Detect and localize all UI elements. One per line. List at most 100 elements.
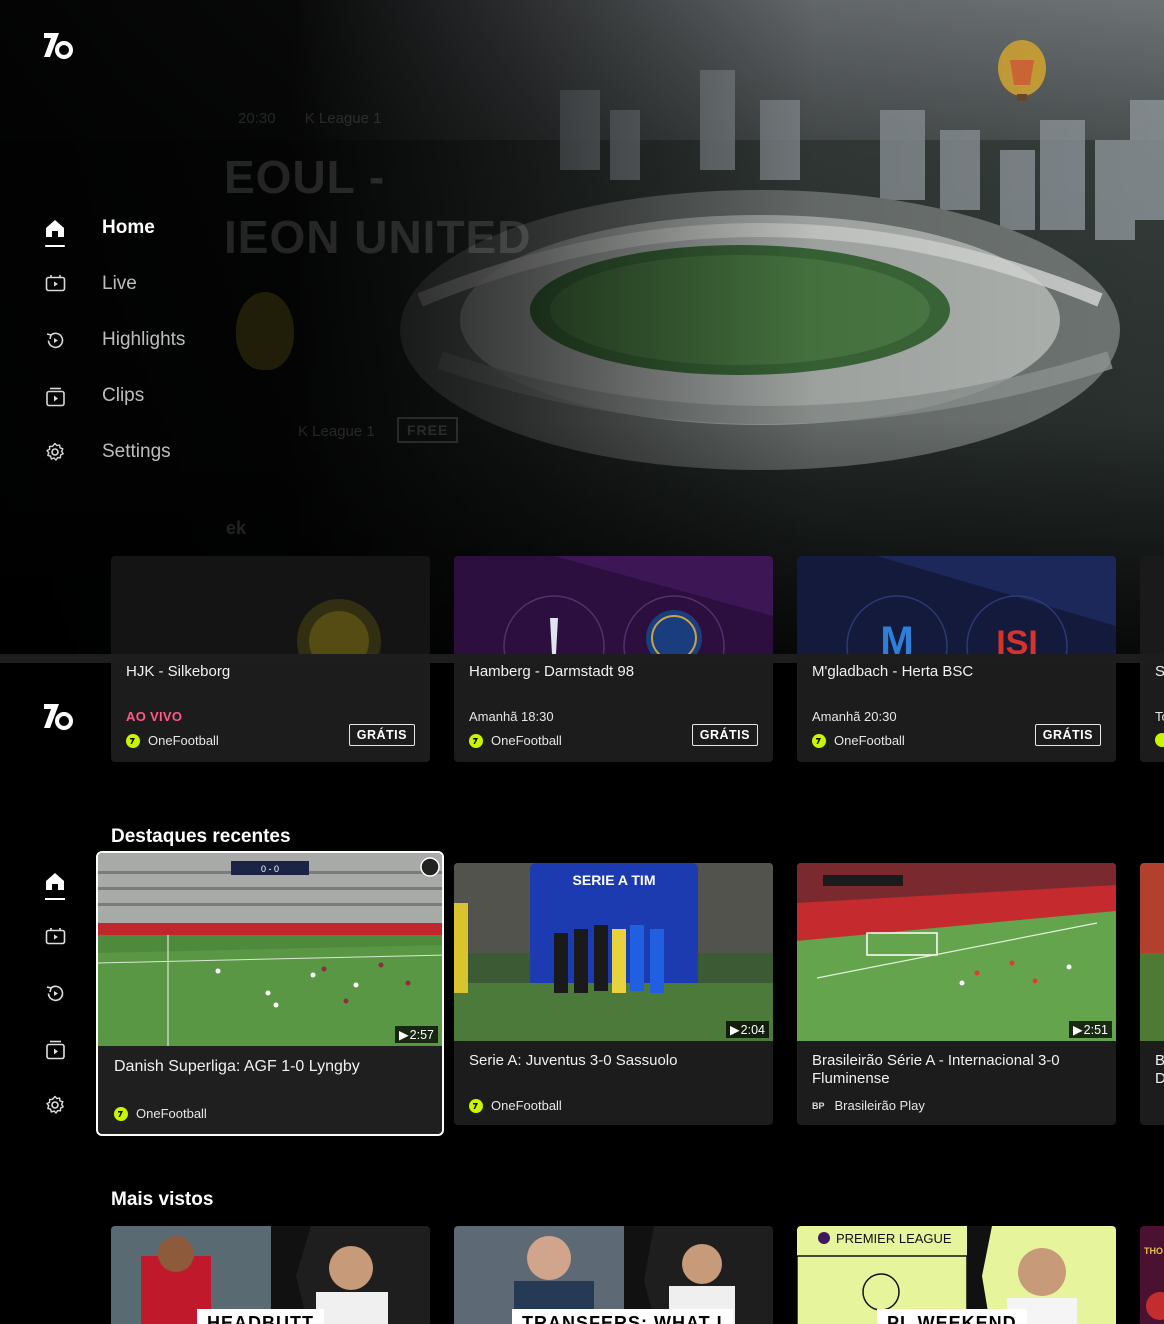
match-thumb-hamberg[interactable]: [454, 556, 773, 654]
match-title: HJK - Silkeborg: [126, 663, 231, 680]
highlight-title: B D: [1155, 1052, 1164, 1087]
menu-label-live: Live: [102, 273, 137, 294]
menu-item-clips[interactable]: Clips: [44, 368, 185, 424]
section-title-highlights: Destaques recentes: [111, 826, 291, 847]
section-title-most-viewed: Mais vistos: [111, 1189, 214, 1210]
match-source: OneFootball: [126, 733, 219, 748]
replay-icon: [44, 329, 66, 351]
live-tv-icon[interactable]: [44, 926, 66, 948]
most-viewed-card-headbutt[interactable]: HEADBUTT: [111, 1226, 430, 1324]
home-icon: [44, 217, 66, 247]
gear-icon[interactable]: [44, 1094, 66, 1116]
onefootball-icon: [812, 733, 826, 748]
highlight-source: OneFootball: [469, 1098, 562, 1113]
highlight-thumbnail: [1140, 863, 1164, 1041]
menu-item-live[interactable]: Live: [44, 256, 185, 312]
live-status: AO VIVO: [126, 709, 183, 724]
most-viewed-card-pl-weekend[interactable]: PREMIER LEAGUE PL WEEKEND: [797, 1226, 1116, 1324]
highlight-thumbnail: 0 - 0 ▶ 2:57: [98, 853, 442, 1046]
hero-title-line1: EOUL -: [224, 151, 386, 203]
section-title-partial: ek: [226, 518, 247, 538]
serie-a-banner: SERIE A TIM: [573, 872, 656, 888]
highlight-thumbnail: ▶ 2:51: [797, 863, 1116, 1041]
match-source: OneFootball: [469, 733, 562, 748]
gear-icon: [44, 441, 66, 463]
hero-free-badge: FREE: [397, 417, 459, 443]
highlight-source: OneFootball: [114, 1106, 207, 1121]
match-card-partial[interactable]: S To: [1140, 663, 1164, 762]
menu-label-settings: Settings: [102, 441, 171, 462]
expanded-menu-screen: 20:30 K League 1 EOUL - IEON UNITED K Le…: [0, 0, 1164, 654]
menu-label-highlights: Highlights: [102, 329, 186, 350]
menu-label-clips: Clips: [102, 385, 145, 406]
video-duration: ▶ 2:57: [394, 1026, 438, 1043]
onefootball-icon: [469, 1098, 483, 1113]
replay-icon[interactable]: [44, 982, 66, 1004]
clips-icon[interactable]: [44, 1038, 66, 1060]
main-menu: Home Live Highlights Clips Settings: [44, 200, 185, 480]
most-viewed-card-transfers[interactable]: TRANSFERS: WHAT I: [454, 1226, 773, 1324]
match-source: OneFootball: [812, 733, 905, 748]
svg-text:M: M: [880, 619, 913, 654]
free-badge: GRÁTIS: [348, 724, 415, 746]
highlight-title: Danish Superliga: AGF 1-0 Lyngby: [114, 1058, 360, 1075]
menu-label-home: Home: [102, 217, 155, 238]
video-title-banner: TRANSFERS: WHAT I: [512, 1309, 733, 1324]
match-thumb-partial[interactable]: [1140, 556, 1164, 654]
match-thumb-hjk[interactable]: [111, 556, 430, 654]
highlight-card-agf-lyngby[interactable]: 0 - 0 ▶ 2:57 Danish Superliga: AGF 1-0 L…: [96, 851, 444, 1136]
highlight-card-juventus-sassuolo[interactable]: SERIE A TIM ▶ 2:04 Serie A: Juventus 3-0…: [454, 863, 773, 1125]
match-time: To: [1155, 709, 1164, 724]
onefootball-icon: [114, 1106, 128, 1121]
screen-divider: [0, 654, 1164, 663]
most-viewed-card-partial[interactable]: THO: [1140, 1226, 1164, 1324]
match-source: [1155, 733, 1164, 747]
team-crest: [236, 292, 294, 370]
video-duration: ▶ 2:51: [1068, 1021, 1112, 1038]
match-title: M'gladbach - Herta BSC: [812, 663, 974, 680]
match-card-hamberg-darmstadt[interactable]: Hamberg - Darmstadt 98 Amanhã 18:30 OneF…: [454, 663, 773, 762]
hero-league: K League 1: [298, 423, 375, 440]
highlight-title: Serie A: Juventus 3-0 Sassuolo: [469, 1052, 678, 1069]
match-thumb-gladbach[interactable]: M ISI: [797, 556, 1116, 654]
match-title: S: [1155, 663, 1164, 680]
collapsed-menu-screen: HJK - Silkeborg AO VIVO OneFootball GRÁT…: [0, 663, 1164, 1324]
match-time: Amanhã 18:30: [469, 709, 554, 724]
onefootball-icon: [1155, 733, 1164, 747]
highlight-card-internacional-fluminense[interactable]: ▶ 2:51 Brasileirão Série A - Internacion…: [797, 863, 1116, 1125]
serie-a-image: SERIE A TIM: [454, 863, 773, 1041]
menu-item-highlights[interactable]: Highlights: [44, 312, 185, 368]
match-card-gladbach-hertha[interactable]: M'gladbach - Herta BSC Amanhã 20:30 OneF…: [797, 663, 1116, 762]
score-overlay: 0 - 0: [261, 864, 279, 874]
menu-item-home[interactable]: Home: [44, 200, 185, 256]
highlight-card-partial[interactable]: B D: [1140, 863, 1164, 1125]
match-time: Amanhã 20:30: [812, 709, 897, 724]
clips-icon: [44, 385, 66, 407]
highlight-title: Brasileirão Série A - Internacional 3-0 …: [812, 1052, 1060, 1087]
free-badge: GRÁTIS: [1034, 724, 1101, 746]
home-icon[interactable]: [44, 870, 66, 900]
most-viewed-thumbnail: [1140, 1226, 1164, 1324]
video-title-banner: HEADBUTT: [197, 1309, 324, 1324]
menu-item-settings[interactable]: Settings: [44, 424, 185, 480]
match-card-hjk-silkeborg[interactable]: HJK - Silkeborg AO VIVO OneFootball GRÁT…: [111, 663, 430, 762]
card-label: THO: [1144, 1246, 1163, 1256]
onefootball-icon: [469, 733, 483, 748]
onefootball-logo[interactable]: [42, 701, 74, 736]
video-title-banner: PL WEEKEND: [877, 1309, 1027, 1324]
onefootball-logo[interactable]: [42, 30, 74, 65]
pitch-image: 0 - 0: [98, 853, 442, 1046]
highlight-thumbnail: SERIE A TIM ▶ 2:04: [454, 863, 773, 1041]
free-badge: GRÁTIS: [691, 724, 758, 746]
hero-title-line2: IEON UNITED: [224, 211, 532, 263]
hero-meta: 20:30 K League 1: [238, 110, 382, 127]
highlight-source: BP Brasileirão Play: [812, 1098, 925, 1113]
brasileirao-play-logo: BP: [812, 1100, 825, 1111]
video-duration: ▶ 2:04: [725, 1021, 769, 1038]
live-tv-icon: [44, 273, 66, 295]
svg-text:ISI: ISI: [996, 624, 1038, 654]
collapsed-nav: [44, 870, 66, 1150]
brasileirao-image: [797, 863, 1116, 1041]
match-title: Hamberg - Darmstadt 98: [469, 663, 635, 680]
match-card-thumbnails: M ISI: [0, 556, 1164, 654]
